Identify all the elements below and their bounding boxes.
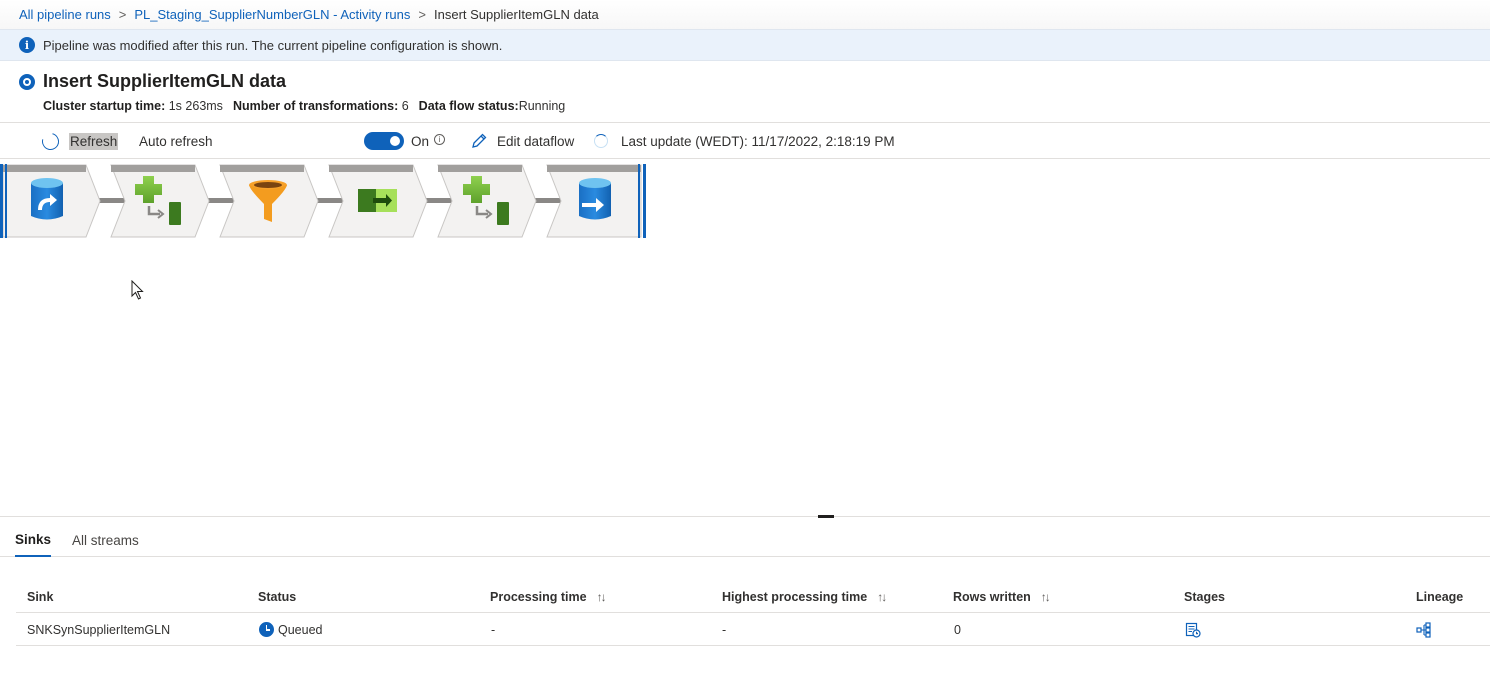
highest-processing-time-value: - [722,622,727,637]
dataflow-icon [19,73,35,90]
clock-icon [259,622,274,637]
info-icon[interactable]: i [434,133,446,145]
sort-icon[interactable]: ↑↓ [1041,590,1051,604]
refresh-label: Refresh [69,132,119,150]
page-header: Insert SupplierItemGLN data [19,71,286,92]
rows-written-value: 0 [954,622,961,637]
breadcrumb-current: Insert SupplierItemGLN data [434,7,599,22]
sort-icon[interactable]: ↑↓ [877,590,887,604]
tab-sinks[interactable]: Sinks [15,524,52,557]
dataflow-status-label: Data flow status: [418,99,519,113]
auto-refresh-toggle[interactable]: On i [364,123,446,159]
column-header-processing-time[interactable]: Processing time ↑↓ [490,580,607,613]
splitter-grip-icon[interactable] [818,515,834,518]
dataflow-diagram-svg [0,164,646,238]
run-metadata: Cluster startup time: 1s 263ms Number of… [43,99,565,113]
column-header-stages: Stages [1184,589,1225,604]
connector [532,198,562,203]
transformations-value: 6 [401,99,409,113]
table-row[interactable]: SNKSynSupplierItemGLN Queued - - 0 [16,613,1490,646]
select-icon [358,189,397,212]
column-header-status: Status [258,589,297,604]
sink-name: SNKSynSupplierItemGLN [27,622,171,637]
breadcrumb: All pipeline runs > PL_Staging_SupplierN… [0,0,1490,29]
connector [423,198,453,203]
info-icon: i [19,37,35,53]
pane-splitter[interactable] [0,516,1490,517]
refresh-button[interactable]: Refresh [38,123,119,159]
dataflow-status-value: Running [518,99,566,113]
table-header: Sink Status Processing time ↑↓ Highest pr… [16,580,1490,613]
spinner-icon [594,134,608,148]
column-header-lineage: Lineage [1416,589,1464,604]
stages-icon [1185,622,1201,638]
breadcrumb-separator: > [118,7,127,22]
connector [205,198,235,203]
sort-icon[interactable]: ↑↓ [597,590,607,604]
flow-node-derived-column[interactable] [110,164,210,238]
processing-time-value: - [491,622,496,637]
lineage-icon [1416,621,1431,638]
tab-all-streams[interactable]: All streams [72,524,139,557]
last-update-text: Last update (WEDT): 11/17/2022, 2:18:19 … [621,133,895,149]
edit-dataflow-label: Edit dataflow [497,133,575,149]
status-cell: Queued [259,613,322,646]
edit-dataflow-button[interactable]: Edit dataflow [470,123,574,159]
flow-node-derived-column-2[interactable] [437,164,537,238]
breadcrumb-separator: > [418,7,426,22]
toggle-label: On [411,133,430,149]
auto-refresh-label: Auto refresh [139,133,213,149]
banner-text: Pipeline was modified after this run. Th… [43,37,503,53]
tab-bar: Sinks All streams [0,524,1490,557]
toggle-switch[interactable] [364,132,404,150]
cluster-startup-label: Cluster startup time: [43,99,166,113]
dataflow-diagram [0,164,647,238]
stages-button[interactable] [1185,613,1201,646]
pencil-icon [472,133,487,148]
cluster-startup-value: 1s 263ms [168,99,223,113]
lineage-button[interactable] [1416,613,1432,646]
status-value: Queued [278,622,323,637]
breadcrumb-link-activity-runs[interactable]: PL_Staging_SupplierNumberGLN - Activity … [134,7,410,22]
page-title: Insert SupplierItemGLN data [43,71,287,91]
source-database-icon [31,178,63,220]
mouse-cursor-icon [131,280,144,300]
connector [314,198,344,203]
column-header-sink: Sink [27,589,54,604]
column-header-highest-processing-time[interactable]: Highest processing time ↑↓ [722,580,887,613]
refresh-icon [38,129,63,153]
column-header-rows-written[interactable]: Rows written ↑↓ [953,580,1051,613]
toolbar: Refresh Auto refresh On i Edit dataflow … [0,122,1490,159]
sink-database-icon [579,178,611,220]
last-update: Last update (WEDT): 11/17/2022, 2:18:19 … [594,123,895,159]
info-banner: i Pipeline was modified after this run. … [0,29,1490,61]
transformations-label: Number of transformations: [232,99,399,113]
breadcrumb-link-all-pipeline-runs[interactable]: All pipeline runs [19,7,111,22]
connector [96,198,126,203]
sinks-table: Sink Status Processing time ↑↓ Highest pr… [16,580,1490,646]
